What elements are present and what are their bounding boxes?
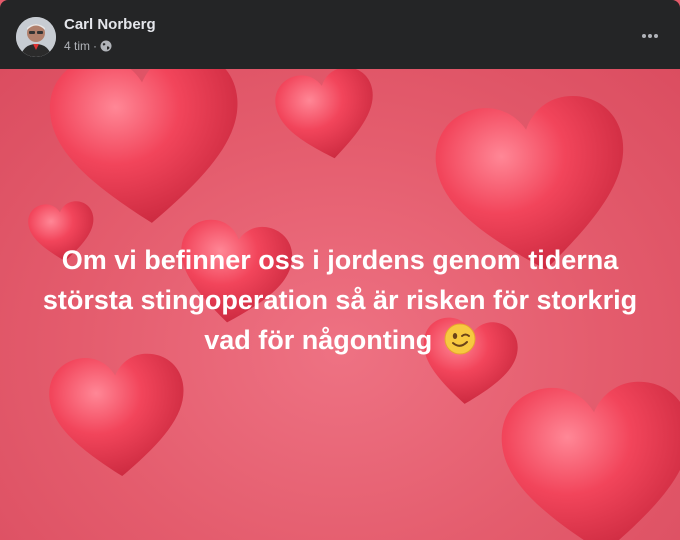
post-background: Om vi befinner oss i jordens genom tider… bbox=[0, 69, 680, 540]
post-meta: 4 tim · bbox=[64, 38, 112, 54]
post-time[interactable]: 4 tim bbox=[64, 38, 90, 54]
post-text-content: Om vi befinner oss i jordens genom tider… bbox=[42, 245, 638, 355]
post-header: Carl Norberg 4 tim · bbox=[0, 0, 680, 69]
avatar[interactable] bbox=[16, 17, 56, 57]
winking-face-emoji bbox=[444, 323, 476, 355]
post-text: Om vi befinner oss i jordens genom tider… bbox=[20, 240, 660, 360]
more-options-icon[interactable] bbox=[636, 24, 664, 48]
meta-separator: · bbox=[93, 39, 98, 53]
globe-icon[interactable] bbox=[100, 40, 112, 52]
author-name[interactable]: Carl Norberg bbox=[64, 16, 156, 34]
facebook-post: Carl Norberg 4 tim · Om vi befinner oss … bbox=[0, 0, 680, 540]
